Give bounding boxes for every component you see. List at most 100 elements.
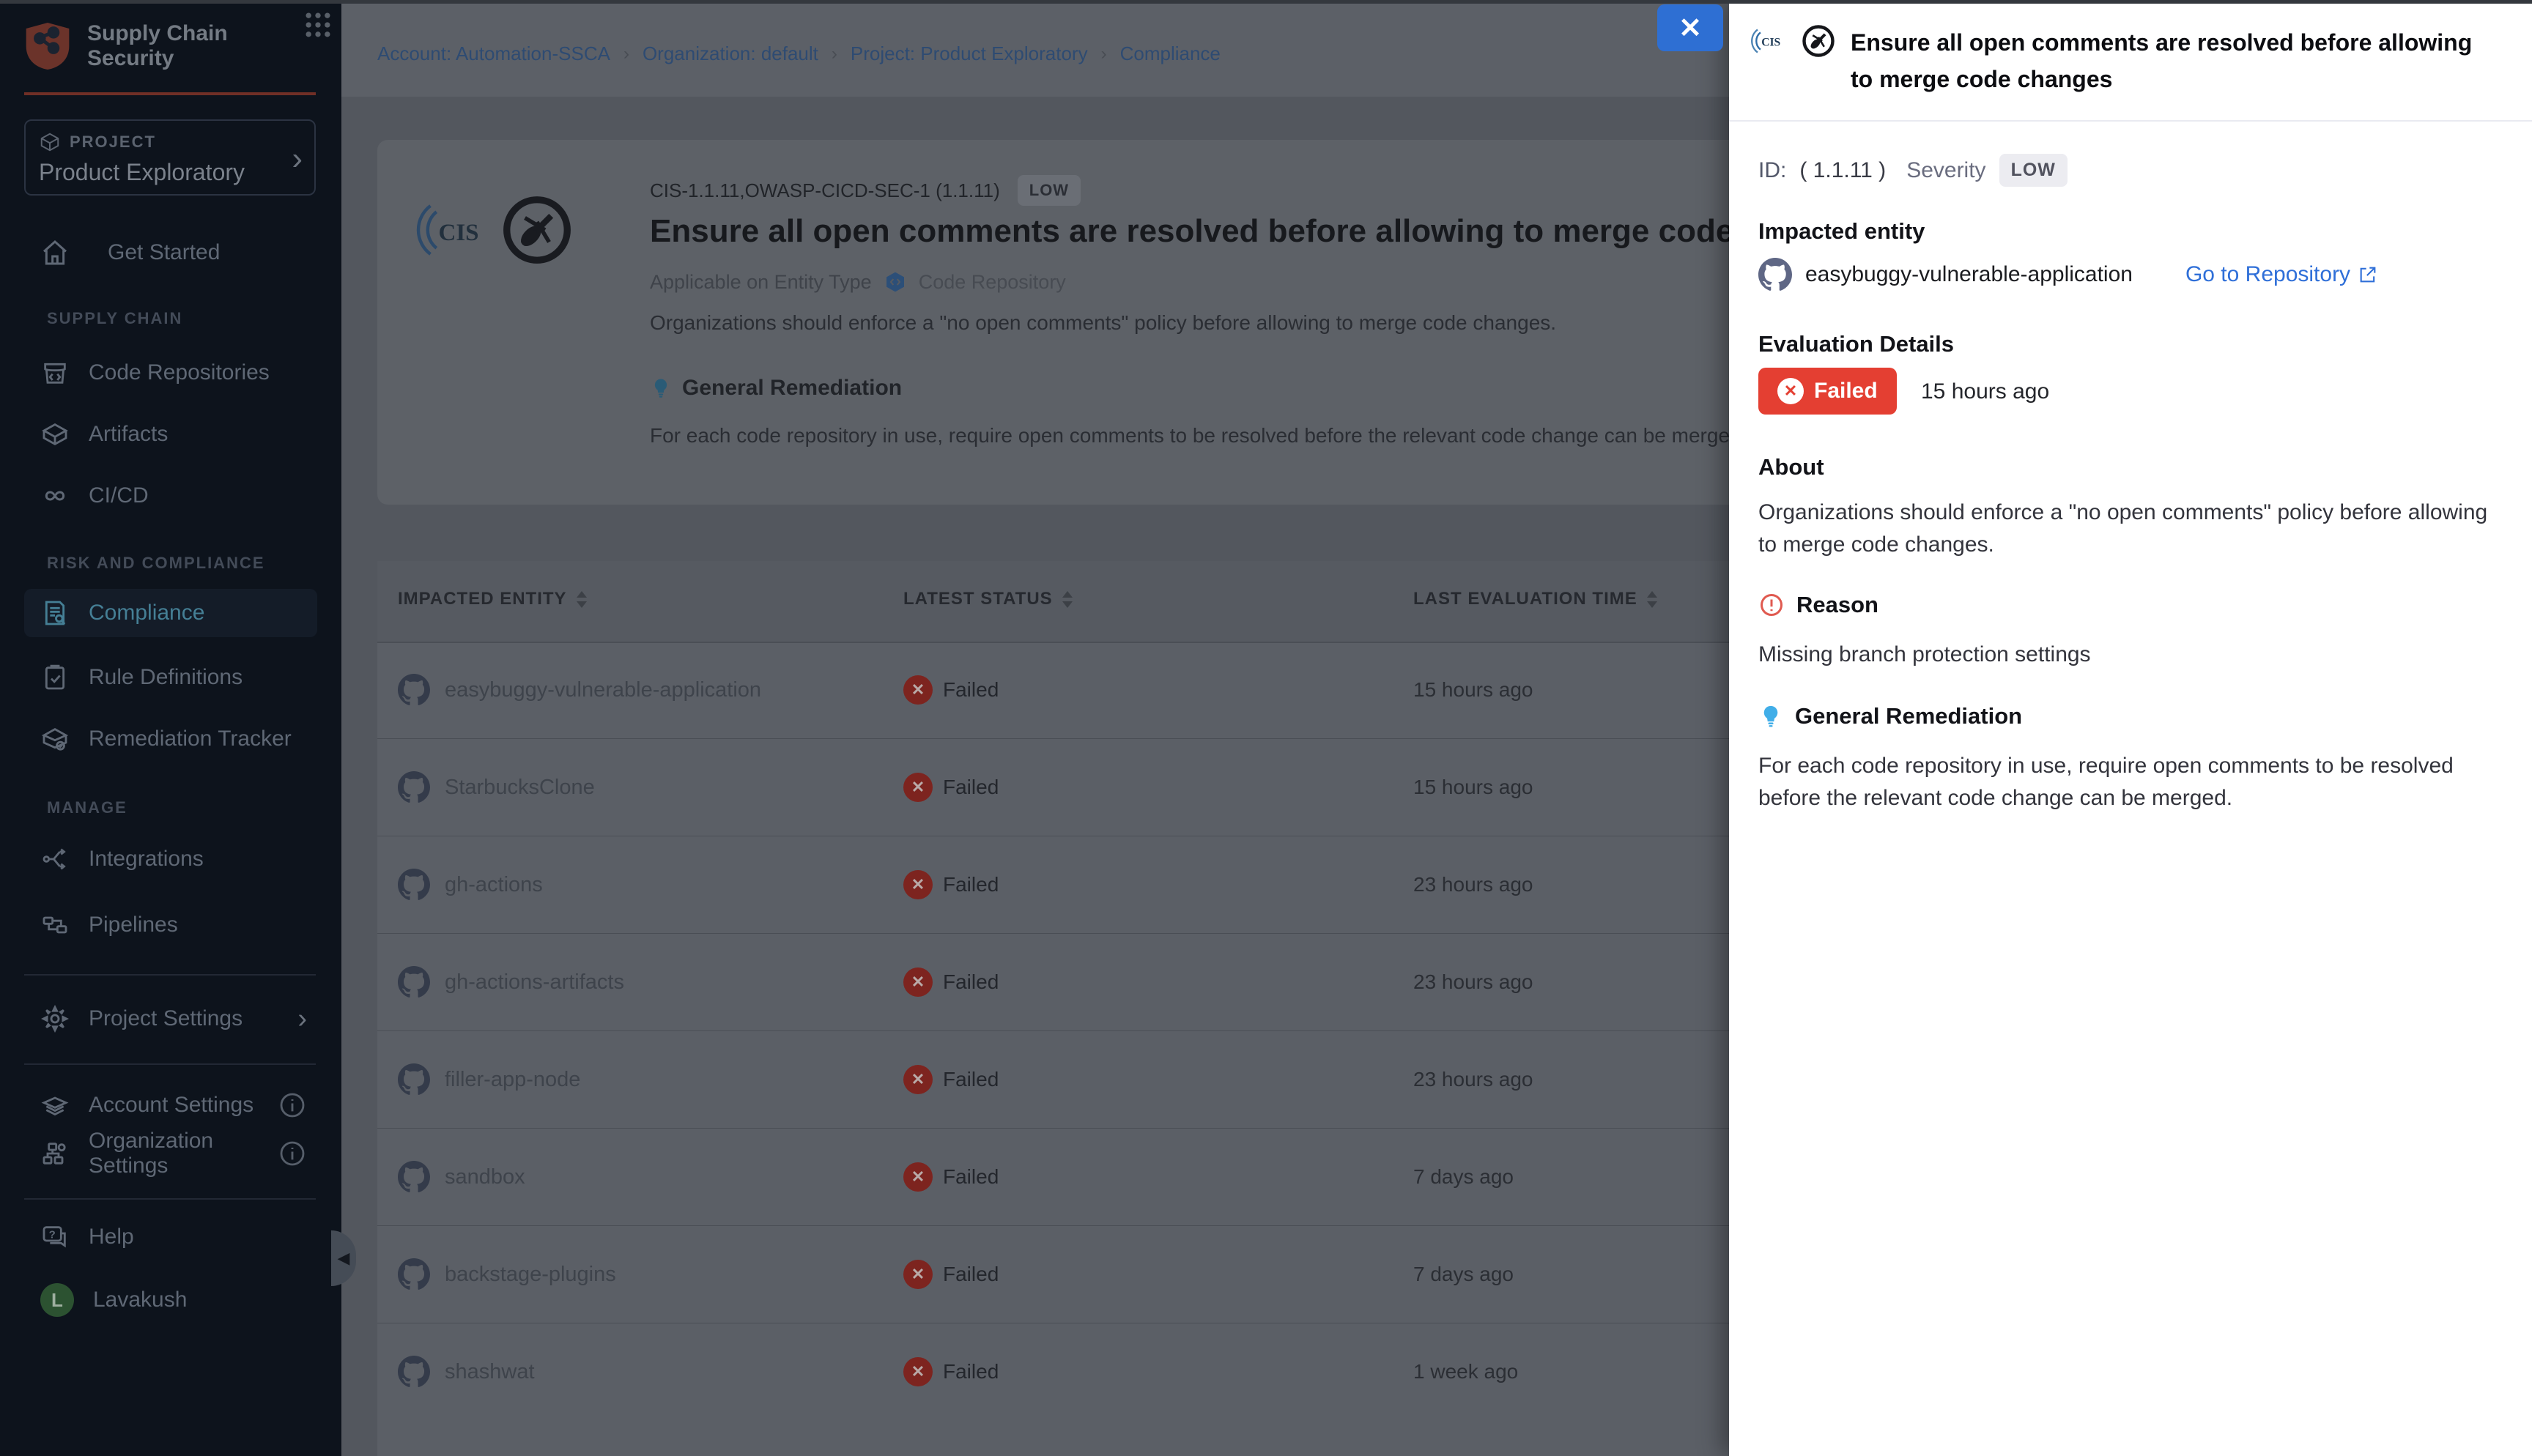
entity-name[interactable]: sandbox [445, 1165, 525, 1189]
sidebar-item-label: Rule Definitions [89, 665, 243, 690]
sidebar-item-project-settings[interactable]: Project Settings › [24, 995, 317, 1043]
sidebar-divider [24, 1063, 316, 1065]
sidebar-item-help[interactable]: ? Help [24, 1213, 317, 1261]
app-window: Supply Chain Security PROJECT Product Ex… [0, 0, 2532, 1456]
compliance-icon [40, 598, 70, 628]
sidebar-item-remediation-tracker[interactable]: Remediation Tracker [24, 715, 317, 763]
pipelines-icon [40, 910, 70, 940]
column-last-evaluation-time[interactable]: LAST EVALUATION TIME [1413, 589, 1658, 609]
general-remediation-heading: General Remediation [1795, 703, 2022, 729]
sidebar-item-user[interactable]: L Lavakush [24, 1276, 317, 1324]
github-icon [398, 869, 430, 901]
impacted-entity-heading: Impacted entity [1758, 218, 1925, 245]
sidebar-item-integrations[interactable]: Integrations [24, 835, 317, 883]
module-logo-row[interactable]: Supply Chain Security [24, 21, 317, 72]
sidebar-item-organization-settings[interactable]: Organization Settings [24, 1129, 317, 1178]
cicd-infinity-icon [40, 481, 70, 510]
go-to-repository-link[interactable]: Go to Repository [2185, 262, 2378, 287]
project-name: Product Exploratory [39, 159, 301, 186]
entity-name[interactable]: StarbucksClone [445, 776, 595, 800]
failed-status-icon: ✕ [903, 773, 933, 802]
entity-name[interactable]: shashwat [445, 1360, 535, 1384]
chevron-right-icon: › [297, 1003, 307, 1035]
table-row[interactable]: backstage-plugins ✕Failed 7 days ago [377, 1226, 1813, 1323]
general-remediation-text: For each code repository in use, require… [650, 424, 1747, 447]
sort-icon[interactable] [1646, 591, 1658, 608]
rule-definitions-icon [40, 663, 70, 692]
status-label: Failed [943, 1263, 999, 1286]
column-impacted-entity[interactable]: IMPACTED ENTITY [398, 589, 588, 609]
breadcrumb-compliance[interactable]: Compliance [1120, 42, 1221, 65]
evaluation-time: 7 days ago [1413, 1263, 1514, 1286]
failed-status-icon: ✕ [903, 870, 933, 899]
info-icon [278, 1139, 307, 1168]
general-remediation-text: For each code repository in use, require… [1758, 750, 2491, 814]
rule-id-text: CIS-1.1.11,OWASP-CICD-SEC-1 (1.1.11) [650, 179, 1000, 202]
alert-circle-icon [1758, 592, 1785, 618]
project-selector[interactable]: PROJECT Product Exploratory › [24, 119, 316, 196]
sort-icon[interactable] [1062, 591, 1073, 608]
github-icon [398, 966, 430, 998]
sidebar-item-artifacts[interactable]: Artifacts [24, 410, 317, 458]
entity-name[interactable]: easybuggy-vulnerable-application [445, 678, 761, 702]
sidebar-item-cicd[interactable]: CI/CD [24, 472, 317, 520]
organization-settings-icon [40, 1139, 70, 1168]
sidebar-item-label: Get Started [108, 240, 220, 265]
close-drawer-button[interactable]: ✕ [1657, 4, 1723, 51]
sidebar-item-label: Artifacts [89, 422, 168, 447]
table-row[interactable]: StarbucksClone ✕Failed 15 hours ago [377, 739, 1813, 836]
sidebar-item-label: Pipelines [89, 913, 178, 937]
remediation-tracker-icon [40, 724, 70, 754]
github-icon [398, 1063, 430, 1096]
table-row[interactable]: gh-actions ✕Failed 23 hours ago [377, 836, 1813, 934]
entity-name[interactable]: filler-app-node [445, 1068, 580, 1092]
table-row[interactable]: shashwat ✕Failed 1 week ago [377, 1323, 1813, 1420]
about-heading: About [1758, 454, 1824, 480]
integrations-icon [40, 844, 70, 874]
lightbulb-icon [1758, 704, 1783, 729]
applicable-label: Applicable on Entity Type [650, 271, 872, 294]
entity-name[interactable]: backstage-plugins [445, 1263, 616, 1287]
sidebar-item-label: Account Settings [89, 1093, 253, 1118]
project-chevron-icon: › [292, 143, 303, 175]
chevron-separator-icon: › [832, 44, 837, 64]
breadcrumb-account[interactable]: Account: Automation-SSCA [377, 42, 610, 65]
severity-badge: LOW [1018, 175, 1081, 206]
sort-icon[interactable] [576, 591, 588, 608]
avatar: L [40, 1283, 74, 1317]
sidebar-item-compliance[interactable]: Compliance [24, 589, 317, 637]
table-row[interactable]: easybuggy-vulnerable-application ✕Failed… [377, 642, 1813, 739]
status-label: Failed [943, 1068, 999, 1091]
module-switcher-grid-icon[interactable] [302, 9, 334, 41]
sidebar-item-get-started[interactable]: Get Started [24, 229, 317, 277]
sidebar-item-label: Compliance [89, 601, 204, 625]
sidebar-item-label: Organization Settings [89, 1129, 259, 1178]
table-row[interactable]: gh-actions-artifacts ✕Failed 23 hours ag… [377, 934, 1813, 1031]
table-row[interactable]: filler-app-node ✕Failed 23 hours ago [377, 1031, 1813, 1129]
column-latest-status[interactable]: LATEST STATUS [903, 589, 1073, 609]
github-icon [1758, 258, 1792, 291]
sidebar-item-code-repositories[interactable]: Code Repositories [24, 349, 317, 397]
failed-status-icon: ✕ [903, 967, 933, 997]
drawer-divider [1729, 120, 2532, 122]
gear-icon [40, 1004, 70, 1033]
entity-type-label: Code Repository [919, 271, 1066, 294]
sidebar-item-label: CI/CD [89, 483, 149, 508]
general-remediation-heading: General Remediation [682, 376, 902, 401]
sidebar-item-account-settings[interactable]: Account Settings [24, 1081, 317, 1129]
table-row[interactable]: sandbox ✕Failed 7 days ago [377, 1129, 1813, 1226]
entity-name[interactable]: gh-actions-artifacts [445, 970, 624, 995]
entity-name[interactable]: gh-actions [445, 873, 543, 897]
owasp-logo [497, 190, 577, 270]
user-name: Lavakush [93, 1288, 187, 1312]
drawer-title: Ensure all open comments are resolved be… [1851, 25, 2495, 97]
sidebar-item-rule-definitions[interactable]: Rule Definitions [24, 653, 317, 702]
failed-status-badge: ✕ Failed [1758, 368, 1897, 415]
breadcrumb-project[interactable]: Project: Product Exploratory [851, 42, 1088, 65]
owasp-logo [1799, 22, 1837, 60]
breadcrumb-organization[interactable]: Organization: default [643, 42, 818, 65]
sidebar-item-pipelines[interactable]: Pipelines [24, 901, 317, 949]
module-title: Supply Chain Security [87, 21, 228, 72]
rule-header-card: CIS CIS-1.1.11,OWASP-CICD-SEC-1 (1.1.11)… [377, 140, 1813, 505]
failed-status-icon: ✕ [903, 675, 933, 705]
